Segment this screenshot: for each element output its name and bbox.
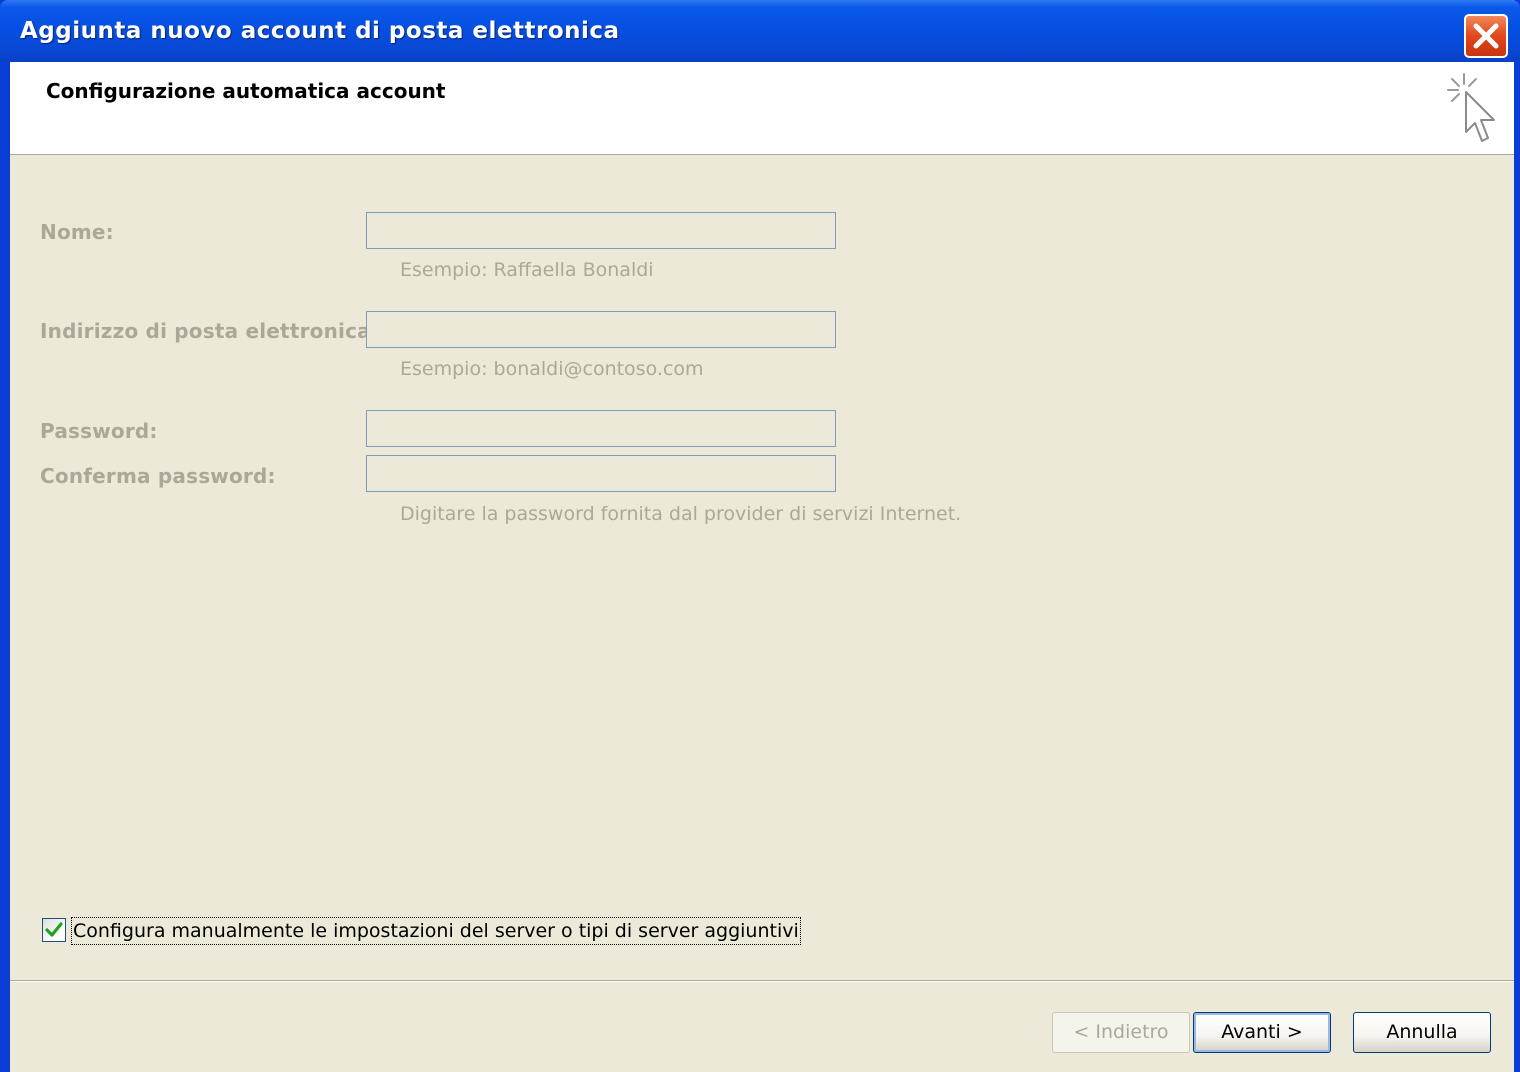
password-label: Password:: [40, 419, 158, 443]
close-button[interactable]: [1464, 14, 1508, 58]
cancel-button[interactable]: Annulla: [1353, 1012, 1491, 1053]
sparkle-cursor-icon: [1434, 68, 1504, 156]
checkmark-icon: [45, 922, 63, 937]
confirm-password-label: Conferma password:: [40, 464, 276, 488]
footer-divider: [10, 980, 1514, 982]
name-label: Nome:: [40, 220, 114, 244]
next-button[interactable]: Avanti >: [1193, 1012, 1331, 1053]
close-icon: [1473, 23, 1499, 49]
email-input[interactable]: [366, 311, 836, 348]
back-button[interactable]: < Indietro: [1052, 1012, 1190, 1053]
confirm-password-input[interactable]: [366, 455, 836, 492]
page-title: Configurazione automatica account: [46, 79, 446, 103]
dialog-window: Aggiunta nuovo account di posta elettron…: [0, 0, 1520, 1072]
window-title: Aggiunta nuovo account di posta elettron…: [20, 18, 620, 44]
name-input[interactable]: [366, 212, 836, 249]
manual-config-label[interactable]: Configura manualmente le impostazioni de…: [71, 917, 801, 945]
email-hint: Esempio: bonaldi@contoso.com: [400, 358, 704, 380]
name-hint: Esempio: Raffaella Bonaldi: [400, 259, 654, 281]
email-label: Indirizzo di posta elettronica:: [40, 319, 380, 343]
password-input[interactable]: [366, 410, 836, 447]
title-bar[interactable]: Aggiunta nuovo account di posta elettron…: [0, 0, 1520, 62]
header-panel: Configurazione automatica account: [10, 62, 1514, 155]
manual-config-checkbox[interactable]: [42, 918, 66, 942]
password-hint: Digitare la password fornita dal provide…: [400, 503, 962, 525]
